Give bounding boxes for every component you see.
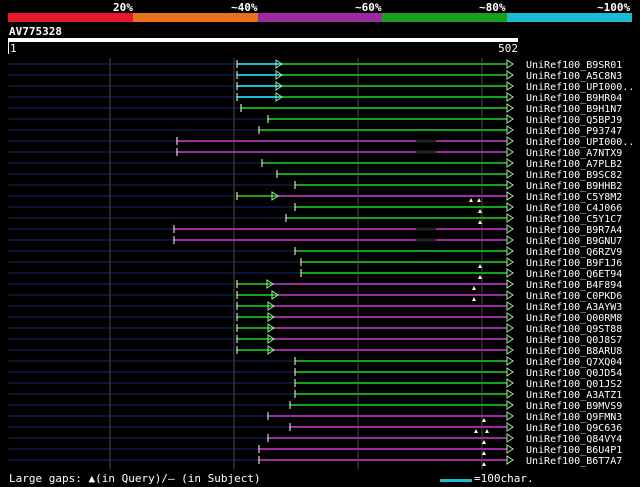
query-gap-marker — [482, 451, 486, 455]
hit-end-arrow — [506, 224, 514, 234]
query-gap-marker — [474, 429, 478, 433]
hit-end-arrow — [506, 411, 514, 421]
query-gap-marker — [478, 209, 482, 213]
query-gap-marker — [482, 418, 486, 422]
hit-label: UniRef100_B9MVS9 — [526, 401, 622, 412]
hit-end-arrow — [506, 268, 514, 278]
hit-end-arrow — [506, 81, 514, 91]
hit-end-arrow — [506, 334, 514, 344]
hit-label: UniRef100_C5Y1C7 — [526, 214, 622, 225]
hit-end-arrow — [506, 323, 514, 333]
hit-label: UniRef100_B9SC82 — [526, 170, 622, 181]
hit-end-arrow — [506, 389, 514, 399]
hit-label: UniRef100_Q9C636 — [526, 423, 622, 434]
hit-label: UniRef100_Q84VY4 — [526, 434, 622, 445]
hit-label: UniRef100_Q7XQ04 — [526, 357, 622, 368]
query-gap-marker — [478, 275, 482, 279]
hit-end-arrow — [506, 422, 514, 432]
hit-end-arrow — [506, 70, 514, 80]
hit-end-arrow — [506, 246, 514, 256]
hit-label: UniRef100_B9F1J6 — [526, 258, 622, 269]
query-gap-marker — [478, 220, 482, 224]
hit-end-arrow — [506, 202, 514, 212]
hit-end-arrow — [506, 136, 514, 146]
hit-end-arrow — [506, 59, 514, 69]
hit-label: UniRef100_Q9FMN3 — [526, 412, 622, 423]
hit-end-arrow — [506, 125, 514, 135]
hit-end-arrow — [506, 312, 514, 322]
hit-label: UniRef100_A7PLB2 — [526, 159, 622, 170]
hit-end-arrow — [506, 400, 514, 410]
hit-label: UniRef100_Q6ET94 — [526, 269, 622, 280]
hit-label: UniRef100_C0PKD6 — [526, 291, 622, 302]
hit-end-arrow — [506, 356, 514, 366]
scale-bar — [440, 479, 472, 482]
hit-label: UniRef100_Q00RM8 — [526, 313, 622, 324]
hit-label: UniRef100_A7NTX9 — [526, 148, 622, 159]
hit-label: UniRef100_UPI000.. — [526, 82, 634, 93]
query-gap-marker — [482, 462, 486, 466]
hit-end-arrow — [506, 290, 514, 300]
hit-label: UniRef100_Q9ST88 — [526, 324, 622, 335]
hit-end-arrow — [506, 213, 514, 223]
hit-end-arrow — [506, 191, 514, 201]
hit-label: UniRef100_A3AYW3 — [526, 302, 622, 313]
hit-label: UniRef100_C5Y8M2 — [526, 192, 622, 203]
scale-label: =100char. — [474, 472, 534, 485]
hit-label: UniRef100_A5C8N3 — [526, 71, 622, 82]
hit-label: UniRef100_Q0J8S7 — [526, 335, 622, 346]
hit-end-arrow — [506, 455, 514, 465]
hit-end-arrow — [506, 345, 514, 355]
hit-label: UniRef100_B9R7A4 — [526, 225, 622, 236]
hit-label: UniRef100_Q6RZV9 — [526, 247, 622, 258]
hit-label: UniRef100_P93747 — [526, 126, 622, 137]
hit-end-arrow — [506, 367, 514, 377]
hit-label: UniRef100_B9HHB2 — [526, 181, 622, 192]
query-gap-marker — [478, 264, 482, 268]
hit-end-arrow — [506, 103, 514, 113]
hit-end-arrow — [506, 92, 514, 102]
hit-end-arrow — [506, 279, 514, 289]
hit-end-arrow — [506, 180, 514, 190]
hit-label: UniRef100_B9H1N7 — [526, 104, 622, 115]
query-gap-marker — [469, 198, 473, 202]
query-gap-marker — [477, 198, 481, 202]
hit-end-arrow — [506, 378, 514, 388]
hit-label: UniRef100_B8ARU8 — [526, 346, 622, 357]
hit-end-arrow — [506, 444, 514, 454]
hit-label: UniRef100_B9GNU7 — [526, 236, 622, 247]
hit-end-arrow — [506, 169, 514, 179]
hit-end-arrow — [506, 114, 514, 124]
large-gaps-legend: Large gaps: ▲(in Query)/– (in Subject) — [9, 472, 261, 485]
hit-end-arrow — [506, 301, 514, 311]
query-gap-marker — [482, 440, 486, 444]
hit-label: UniRef100_B9HR04 — [526, 93, 622, 104]
hit-label: UniRef100_A3ATZ1 — [526, 390, 622, 401]
hit-label: UniRef100_B4F894 — [526, 280, 622, 291]
hit-label: UniRef100_Q5BPJ9 — [526, 115, 622, 126]
hit-label: UniRef100_B6U4P1 — [526, 445, 622, 456]
query-gap-marker — [472, 286, 476, 290]
hit-label: UniRef100_Q0JD54 — [526, 368, 622, 379]
hit-label: UniRef100_B9SR01 — [526, 60, 622, 71]
hit-end-arrow — [506, 158, 514, 168]
query-gap-marker — [485, 429, 489, 433]
query-gap-marker — [472, 297, 476, 301]
hit-label: UniRef100_Q01JS2 — [526, 379, 622, 390]
hit-label: UniRef100_B6T7A7 — [526, 456, 622, 467]
hit-end-arrow — [506, 235, 514, 245]
hit-alignment-panel: UniRef100_B9SR01UniRef100_A5C8N3UniRef10… — [8, 58, 634, 470]
hit-label: UniRef100_C4J066 — [526, 203, 622, 214]
hit-label: UniRef100_UPI000.. — [526, 137, 634, 148]
hit-end-arrow — [506, 433, 514, 443]
hit-end-arrow — [506, 147, 514, 157]
hit-end-arrow — [506, 257, 514, 267]
